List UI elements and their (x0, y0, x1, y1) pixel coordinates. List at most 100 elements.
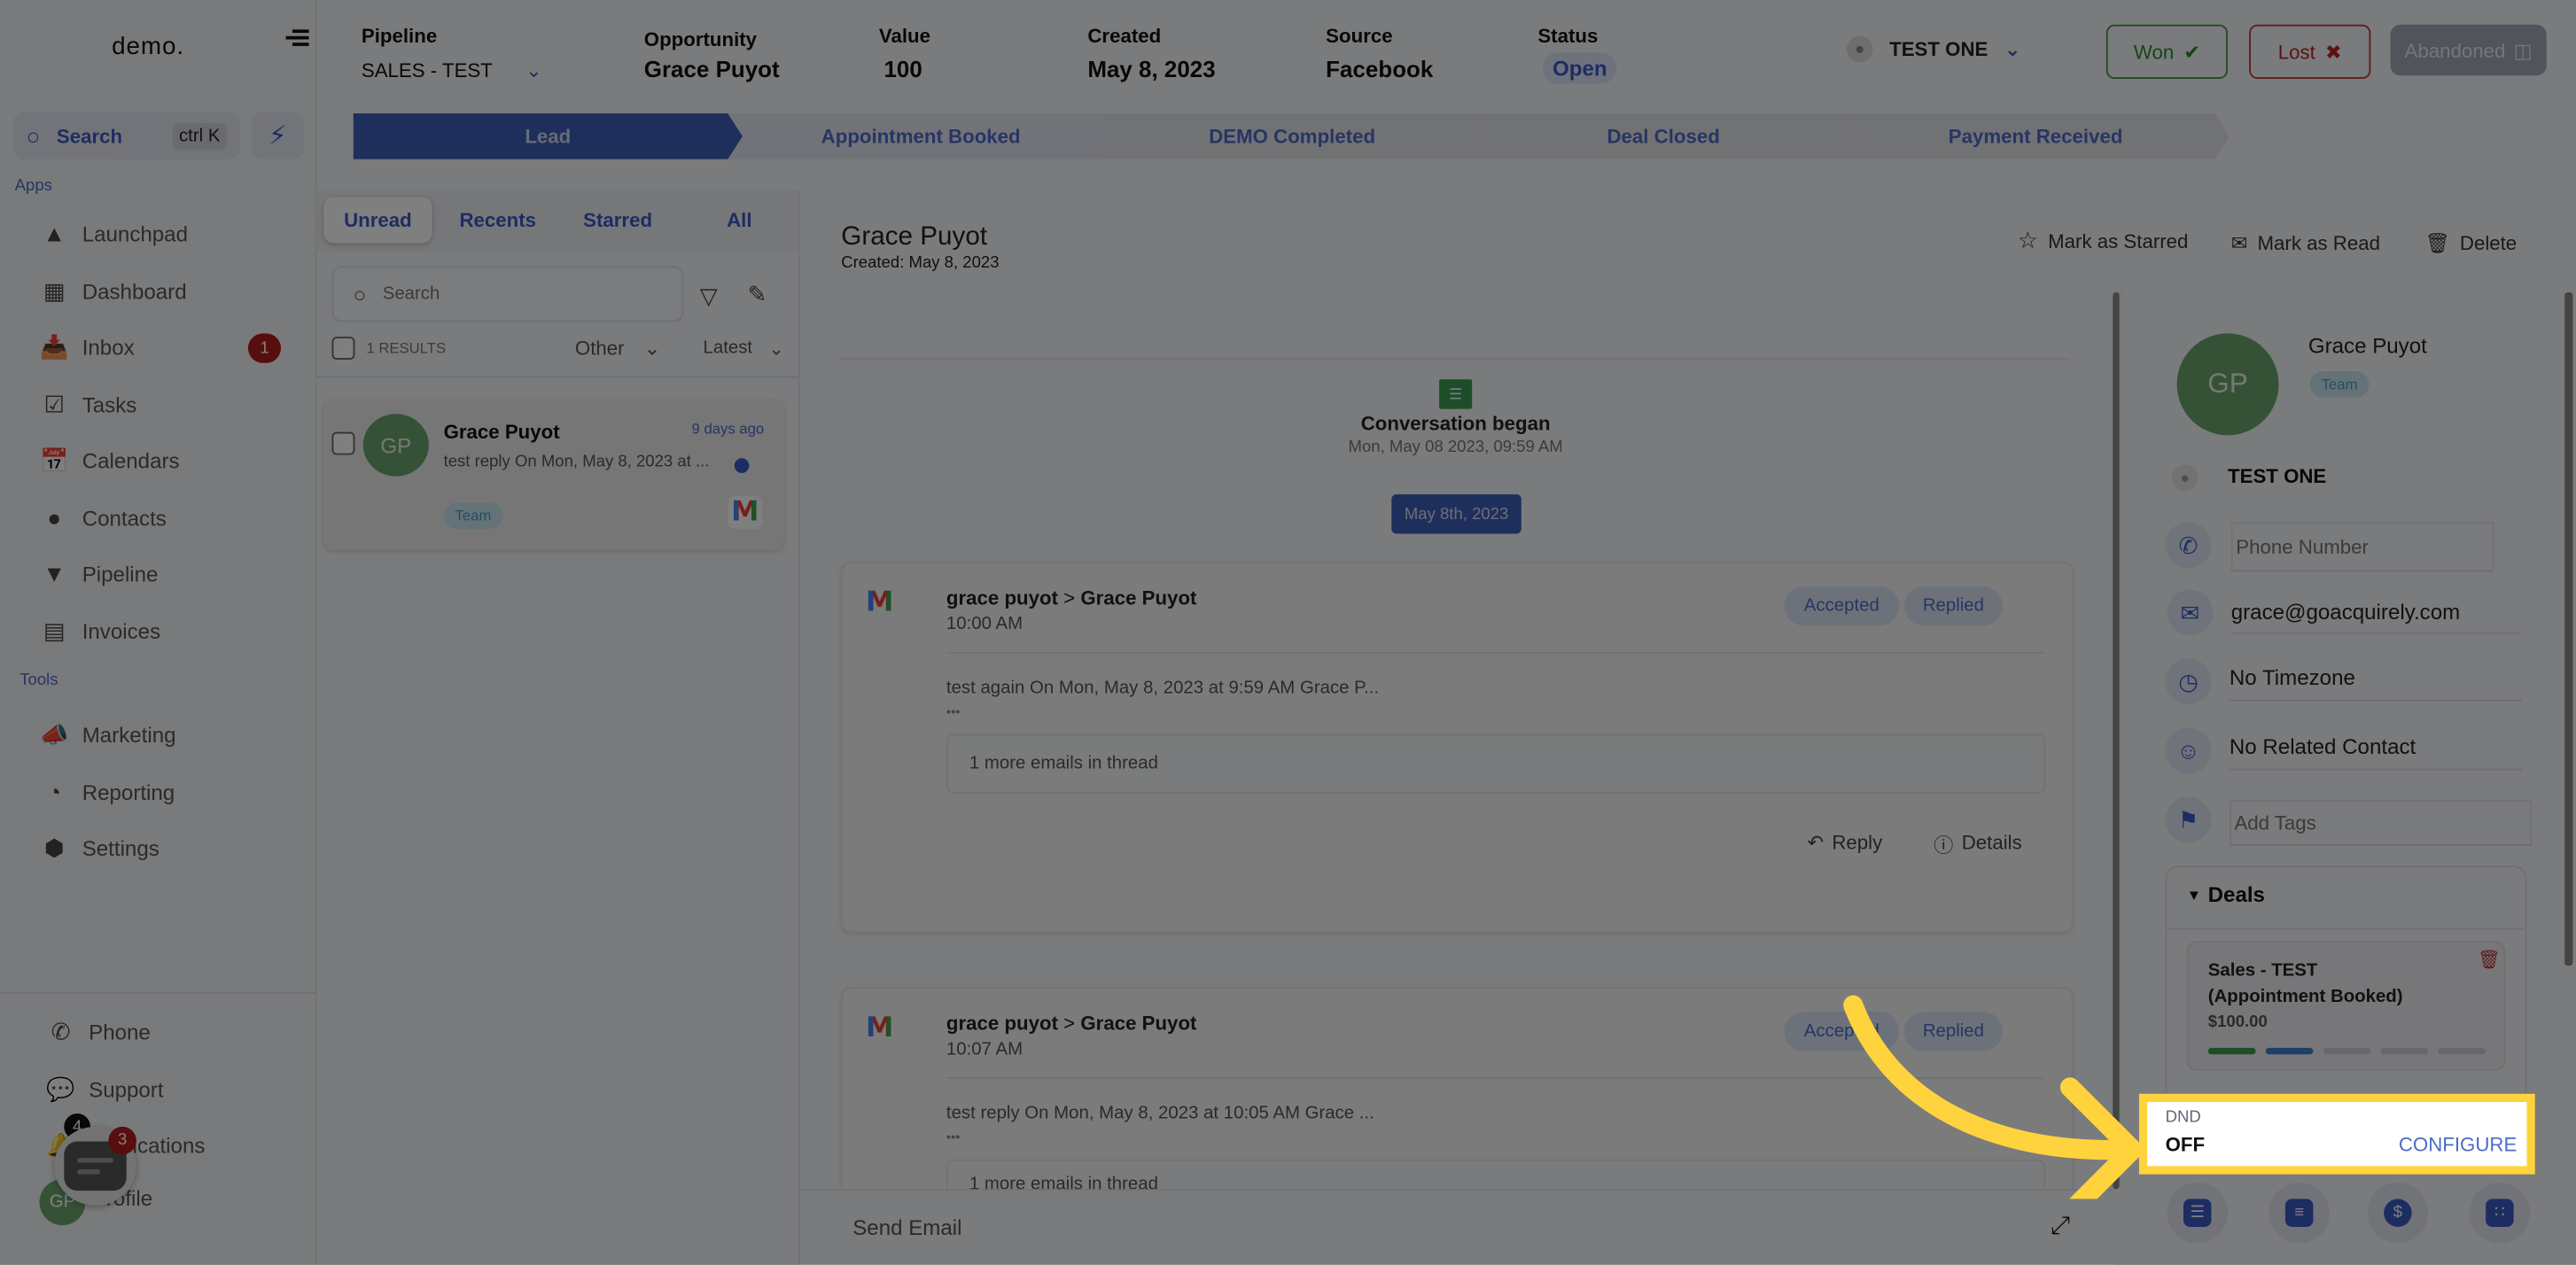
related-contact[interactable]: No Related Contact (2229, 734, 2522, 771)
reply-button[interactable]: ↶ Reply (1807, 831, 1882, 854)
add-note-button[interactable]: ≡ (2269, 1182, 2330, 1244)
lost-button[interactable]: Lost ✖ (2249, 24, 2371, 79)
dashboard-icon: ▦ (43, 276, 66, 304)
mark-read-button[interactable]: ✉ Mark as Read (2231, 231, 2380, 254)
support-icon: 💬 (46, 1075, 75, 1102)
sidebar-item-phone[interactable]: ✆ Phone (46, 1013, 309, 1050)
inbox-icon: 📥 (40, 332, 69, 360)
payment-button[interactable]: $ (2367, 1182, 2429, 1244)
sort-select[interactable]: Latest ⌄ (704, 338, 784, 360)
more-emails-thread[interactable]: 1 more emails in thread (946, 733, 2046, 794)
stage-payment-received[interactable]: Payment Received (1841, 113, 2230, 159)
conversation-search-input[interactable] (379, 282, 650, 306)
tab-all[interactable]: All (710, 197, 769, 243)
search-icon: ○ (26, 122, 41, 149)
phone-number-input[interactable] (2230, 522, 2494, 572)
apps-section-label: Apps (14, 177, 52, 196)
tab-recents[interactable]: Recents (447, 197, 549, 243)
select-all-checkbox[interactable] (331, 337, 355, 361)
global-search-button[interactable]: ○ Search ctrl K (12, 112, 240, 159)
sidebar-item-settings[interactable]: ⬢ Settings (39, 829, 302, 865)
conversation-checkbox[interactable] (331, 431, 355, 455)
task-list-icon: ☰ (2183, 1199, 2212, 1227)
add-tags-input[interactable] (2229, 799, 2533, 846)
progress-segment (2207, 1047, 2256, 1055)
search-icon: ○ (353, 281, 367, 307)
status-label: Status (1537, 24, 1599, 48)
lightning-icon: ⚡ (268, 122, 287, 151)
conversation-icon: ☰ (1439, 379, 1473, 409)
email-time: 10:07 AM (946, 1039, 1023, 1059)
progress-segment (2265, 1047, 2314, 1055)
menu-collapse-icon[interactable] (285, 27, 309, 50)
mark-starred-button[interactable]: ☆ Mark as Starred (2018, 227, 2189, 255)
owner-select[interactable]: ● TEST ONE ⌄ (1846, 35, 2021, 63)
launchpad-icon: ▲ (43, 220, 66, 247)
stage-demo-completed[interactable]: DEMO Completed (1099, 113, 1485, 159)
sidebar-item-support[interactable]: 💬 Support (46, 1071, 309, 1107)
sidebar-item-dashboard[interactable]: ▦ Dashboard (39, 273, 302, 309)
email-body: test reply On Mon, May 8, 2023 at 10:05 … (946, 1103, 1374, 1124)
conversation-began-time: Mon, May 08 2023, 09:59 AM (1348, 438, 1563, 457)
pipeline-select[interactable]: SALES - TEST ⌄ (362, 59, 542, 82)
expand-quoted-button[interactable]: ••• (946, 704, 961, 719)
tab-unread[interactable]: Unread (323, 197, 432, 244)
date-chip: May 8th, 2023 (1391, 494, 1521, 534)
contact-timezone[interactable]: No Timezone (2229, 665, 2522, 702)
calendar-icon: ∷ (2486, 1199, 2514, 1227)
compose-icon[interactable]: ✎ (748, 281, 767, 309)
sidebar-item-contacts[interactable]: ● Contacts (39, 500, 302, 536)
abandoned-button[interactable]: Abandoned ◫ (2390, 24, 2547, 76)
composer-bar[interactable] (799, 1189, 2115, 1265)
sidebar-item-pipeline[interactable]: ▼ Pipeline (39, 555, 302, 592)
inbox-badge: 1 (247, 333, 282, 363)
quick-actions-button[interactable]: ⚡ (251, 112, 304, 159)
reply-icon: ↶ (1807, 831, 1825, 855)
contact-email[interactable]: grace@goacquirely.com (2230, 600, 2521, 634)
sidebar-item-marketing[interactable]: 📣 Marketing (39, 716, 302, 752)
sidebar-item-launchpad[interactable]: ▲ Launchpad (39, 215, 302, 252)
search-label: Search (56, 123, 123, 147)
trash-icon[interactable]: 🗑 (2478, 950, 2501, 970)
add-task-button[interactable]: ☰ (2167, 1182, 2229, 1244)
delete-button[interactable]: 🗑 Delete (2425, 231, 2518, 254)
stage-appointment-booked[interactable]: Appointment Booked (728, 113, 1114, 159)
appointment-button[interactable]: ∷ (2469, 1182, 2531, 1244)
contact-owner[interactable]: TEST ONE (2228, 465, 2326, 488)
thread-divider (841, 358, 2071, 361)
dnd-configure-button[interactable]: CONFIGURE (2399, 1133, 2517, 1156)
chevron-down-icon: ⌄ (525, 58, 542, 82)
dnd-value: OFF (2165, 1133, 2206, 1157)
sidebar-item-reporting[interactable]: ◔ Reporting (39, 773, 302, 810)
invoices-icon: ▤ (43, 617, 66, 643)
tools-section-label: Tools (19, 671, 58, 690)
avatar: GP (362, 414, 429, 477)
clock-icon: ◷ (2165, 658, 2212, 705)
shortcut-hint: ctrl K (172, 122, 227, 149)
expand-icon[interactable]: ⤢ (2051, 1212, 2070, 1240)
won-button[interactable]: Won ✔ (2105, 24, 2229, 79)
tab-starred[interactable]: Starred (568, 197, 666, 243)
check-icon: ✔ (2183, 40, 2200, 64)
star-icon: ☆ (2017, 226, 2039, 253)
stage-deal-closed[interactable]: Deal Closed (1470, 113, 1856, 159)
stage-lead[interactable]: Lead (354, 113, 743, 159)
deals-toggle[interactable]: ▼ Deals (2187, 882, 2265, 907)
contact-scrollbar[interactable] (2564, 292, 2573, 966)
details-button[interactable]: ⓘ Details (1934, 831, 2022, 859)
sidebar-item-tasks[interactable]: ☑ Tasks (39, 386, 302, 423)
deals-divider (2165, 927, 2524, 930)
pipeline-icon: ▼ (43, 560, 66, 586)
sidebar-divider (0, 991, 315, 994)
email-body: test again On Mon, May 8, 2023 at 9:59 A… (946, 678, 1380, 698)
sidebar-item-calendars[interactable]: 📅 Calendars (39, 442, 302, 478)
user-icon: ● (1846, 35, 1873, 63)
progress-segment (2323, 1047, 2371, 1055)
filter-type-select[interactable]: Other ⌄ (575, 337, 661, 360)
conversation-search[interactable]: ○ (331, 266, 684, 322)
chevron-down-icon: ⌄ (2004, 37, 2021, 61)
sidebar-item-invoices[interactable]: ▤ Invoices (39, 613, 302, 649)
filter-icon[interactable]: ▽ (700, 283, 718, 311)
expand-quoted-button[interactable]: ••• (946, 1130, 961, 1145)
logo: demo. (112, 33, 185, 61)
